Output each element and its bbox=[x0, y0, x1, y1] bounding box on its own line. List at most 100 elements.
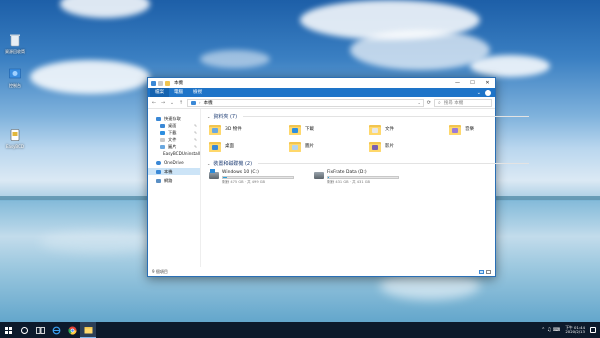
breadcrumb[interactable]: 本機 bbox=[204, 100, 213, 106]
folder-item[interactable]: 3D 物件 bbox=[209, 122, 289, 139]
sidebar-item-label: 圖片 bbox=[168, 143, 177, 149]
up-button[interactable]: ↑ bbox=[178, 100, 184, 106]
group-title: 資料夾 (7) bbox=[213, 113, 238, 120]
tab-view[interactable]: 檢視 bbox=[188, 88, 207, 97]
folder-name: 音樂 bbox=[465, 127, 474, 132]
control-panel-icon bbox=[9, 68, 21, 79]
sidebar-item-downloads[interactable]: 下載 ✎ bbox=[148, 129, 200, 136]
search-button[interactable] bbox=[16, 322, 32, 338]
hard-drive-icon bbox=[314, 172, 324, 179]
address-dropdown-icon[interactable]: ⌄ bbox=[417, 100, 422, 105]
search-input[interactable]: ⌕ 搜尋 本機 bbox=[434, 98, 492, 107]
folder-icon bbox=[209, 124, 221, 135]
close-button[interactable]: ✕ bbox=[480, 78, 495, 88]
ribbon: 檔案 電腦 檢視 ⌄ ? bbox=[148, 88, 495, 97]
system-tray: ⌃ ♫ ⌨ 下午 01:44 2020/2/13 bbox=[541, 325, 600, 335]
window-controls: — ☐ ✕ bbox=[450, 78, 495, 88]
pin-icon: ✎ bbox=[194, 144, 197, 149]
taskbar-file-explorer[interactable] bbox=[80, 322, 96, 338]
help-icon[interactable]: ? bbox=[485, 89, 491, 96]
file-explorer-window: 本機 — ☐ ✕ 檔案 電腦 檢視 ⌄ ? ← → ⌄ ↑ › 本機 ⌄ ⟳ ⌕… bbox=[147, 77, 529, 277]
folder-item[interactable]: 圖片 bbox=[289, 139, 369, 156]
folder-item[interactable]: 下載 bbox=[289, 122, 369, 139]
drives-group-header[interactable]: ⌄ 裝置和磁碟機 (2) bbox=[207, 159, 529, 167]
recent-locations-button[interactable]: ⌄ bbox=[169, 100, 175, 106]
drive-item[interactable]: Windows 10 (C:) 剩餘 475 GB · 共 499 GB bbox=[209, 169, 294, 185]
sidebar-item-label: 桌面 bbox=[168, 122, 177, 128]
ribbon-right: ⌄ ? bbox=[477, 89, 495, 96]
new-folder-icon[interactable] bbox=[165, 80, 170, 86]
tab-file[interactable]: 檔案 bbox=[150, 88, 169, 97]
clock-date: 2020/2/13 bbox=[565, 329, 585, 334]
tab-computer[interactable]: 電腦 bbox=[169, 88, 188, 97]
folder-item[interactable]: 音樂 bbox=[449, 122, 529, 139]
folder-name: 桌面 bbox=[225, 144, 234, 149]
window-title: 本機 bbox=[174, 81, 183, 86]
chevron-down-icon[interactable]: ⌄ bbox=[207, 161, 210, 166]
drive-name: FixFrate Data (D:) bbox=[327, 170, 367, 175]
desktop-icon-control-panel[interactable]: 控制台 bbox=[0, 67, 30, 88]
sidebar-item-label: OneDrive bbox=[164, 160, 184, 165]
desktop-icon-label: 控制台 bbox=[9, 83, 21, 88]
address-bar[interactable]: › 本機 ⌄ bbox=[187, 98, 424, 107]
view-switcher bbox=[479, 269, 491, 274]
details-view-icon[interactable] bbox=[479, 269, 484, 274]
desktop-icon bbox=[160, 123, 165, 128]
folder-item[interactable]: 影片 bbox=[369, 139, 449, 156]
chevron-down-icon[interactable]: ⌄ bbox=[207, 114, 210, 119]
sidebar-item-pictures[interactable]: 圖片 ✎ bbox=[148, 143, 200, 150]
taskbar-internet-explorer[interactable] bbox=[48, 322, 64, 338]
maximize-button[interactable]: ☐ bbox=[465, 78, 480, 88]
title-bar[interactable]: 本機 — ☐ ✕ bbox=[148, 78, 495, 88]
action-center-icon[interactable] bbox=[590, 327, 596, 333]
cloud bbox=[200, 50, 270, 68]
drives-list: Windows 10 (C:) 剩餘 475 GB · 共 499 GB FixFr… bbox=[207, 169, 529, 185]
desktop-icon-recycle-bin[interactable]: 資源回收筒 bbox=[0, 33, 30, 54]
download-icon bbox=[160, 130, 165, 135]
folders-grid: 3D 物件 下載 文件 音樂桌面 圖片 影片 bbox=[207, 122, 529, 156]
search-circle-icon bbox=[20, 326, 28, 334]
star-icon bbox=[156, 116, 161, 121]
sidebar-item-quick-access[interactable]: 快速存取 bbox=[148, 115, 200, 122]
large-icons-view-icon[interactable] bbox=[486, 269, 491, 274]
recycle-bin-icon bbox=[10, 34, 20, 47]
drive-item[interactable]: FixFrate Data (D:) 剩餘 431 GB · 共 431 GB bbox=[314, 170, 399, 185]
sidebar-item-documents[interactable]: 文件 ✎ bbox=[148, 136, 200, 143]
desktop-icon-label: EasyBCD bbox=[6, 144, 24, 149]
folder-item[interactable]: 桌面 bbox=[209, 139, 289, 156]
content-pane: ⌄ 資料夾 (7) 3D 物件 下載 文件 音樂桌面 圖片 影片 ⌄ 裝置和磁碟機 (2)… bbox=[201, 109, 535, 267]
drive-usage-bar bbox=[327, 176, 399, 179]
refresh-icon[interactable]: ⟳ bbox=[427, 100, 431, 106]
task-view-button[interactable] bbox=[32, 322, 48, 338]
chevron-right-icon[interactable]: › bbox=[199, 100, 201, 105]
minimize-button[interactable]: — bbox=[450, 78, 465, 88]
clock[interactable]: 下午 01:44 2020/2/13 bbox=[565, 325, 585, 335]
group-title: 裝置和磁碟機 (2) bbox=[213, 160, 253, 167]
folder-item[interactable]: 文件 bbox=[369, 122, 449, 139]
item-count: 9 個項目 bbox=[152, 268, 168, 274]
cloud bbox=[470, 55, 550, 77]
cloud-icon bbox=[156, 160, 161, 165]
sidebar-item-easybcd-uninstall[interactable]: EasyBCDUninstall bbox=[148, 150, 200, 157]
sidebar-item-onedrive[interactable]: OneDrive bbox=[148, 159, 200, 166]
internet-explorer-icon bbox=[52, 326, 60, 334]
desktop-icon-easybcd[interactable]: EasyBCD bbox=[0, 128, 30, 149]
pc-icon bbox=[151, 80, 156, 86]
sidebar-item-desktop[interactable]: 桌面 ✎ bbox=[148, 122, 200, 129]
expand-ribbon-icon[interactable]: ⌄ bbox=[477, 90, 481, 96]
folders-group-header[interactable]: ⌄ 資料夾 (7) bbox=[207, 112, 529, 120]
chrome-icon bbox=[67, 326, 77, 335]
sidebar-item-network[interactable]: 網路 bbox=[148, 177, 200, 184]
folder-name: 影片 bbox=[385, 144, 394, 149]
start-button[interactable] bbox=[0, 322, 16, 338]
forward-button[interactable]: → bbox=[160, 100, 166, 106]
document-icon bbox=[160, 137, 165, 142]
folder-icon bbox=[289, 124, 301, 135]
cloud bbox=[350, 30, 490, 70]
properties-icon[interactable] bbox=[158, 80, 163, 86]
pc-icon bbox=[191, 100, 196, 105]
tray-icons[interactable]: ⌃ ♫ ⌨ bbox=[541, 327, 560, 333]
taskbar-chrome[interactable] bbox=[64, 322, 80, 338]
back-button[interactable]: ← bbox=[151, 100, 157, 106]
sidebar-item-this-pc[interactable]: 本機 bbox=[148, 168, 200, 175]
